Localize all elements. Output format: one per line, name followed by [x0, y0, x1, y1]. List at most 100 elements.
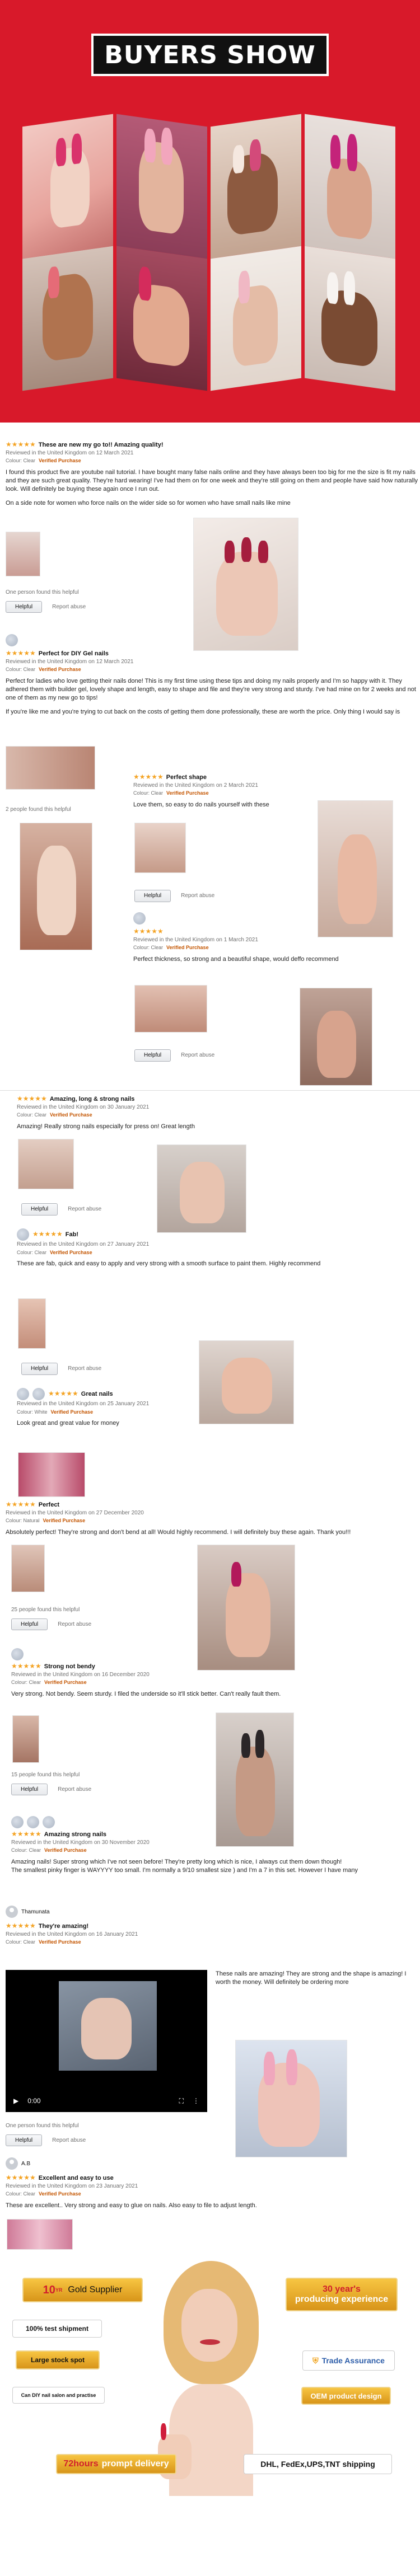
helpful-button[interactable]: Helpful: [6, 2134, 43, 2146]
review-photo[interactable]: [18, 1139, 74, 1189]
review-title[interactable]: Amazing, long & strong nails: [50, 1096, 135, 1102]
review-photo[interactable]: [12, 1715, 39, 1763]
play-icon[interactable]: ▶: [13, 2097, 18, 2105]
star-rating: ★★★★★: [6, 1500, 36, 1508]
helpful-button[interactable]: Helpful: [6, 600, 43, 613]
review-title[interactable]: Great nails: [81, 1391, 113, 1397]
helpful-count: 15 people found this helpful: [11, 1772, 80, 1778]
review-photo[interactable]: [134, 823, 186, 873]
review-photo-large[interactable]: [157, 1144, 246, 1233]
report-abuse-link[interactable]: Report abuse: [68, 1366, 101, 1372]
years-number: 30 year's: [323, 2284, 361, 2294]
review-photo-large[interactable]: [193, 518, 298, 651]
collage-photo: [22, 114, 113, 259]
review-body-2: The smallest pinky finger is WAYYYY too …: [11, 1867, 358, 1874]
review-title[interactable]: Perfect for DIY Gel nails: [39, 650, 109, 657]
review-colour: Colour: Clear: [11, 1679, 41, 1686]
report-abuse-link[interactable]: Report abuse: [52, 604, 86, 610]
experience-badge: 30 year's producing experience: [286, 2278, 398, 2311]
reviewer-avatar: [32, 1388, 45, 1400]
fullscreen-icon[interactable]: ⛶: [179, 2097, 184, 2105]
reviewer-name[interactable]: Thamunata: [21, 1909, 50, 1915]
review-photo-large[interactable]: [20, 823, 92, 950]
review-title[interactable]: Perfect shape: [166, 774, 207, 781]
helpful-button[interactable]: Helpful: [11, 1618, 48, 1630]
review-date: Reviewed in the United Kingdom on 1 Marc…: [133, 936, 258, 943]
reviewer-avatar: [11, 1648, 24, 1660]
star-rating: ★★★★★: [48, 1389, 78, 1397]
helpful-button[interactable]: Helpful: [11, 1783, 48, 1795]
helpful-button[interactable]: Helpful: [134, 890, 171, 902]
star-rating: ★★★★★: [133, 773, 164, 781]
collage-photo: [116, 114, 207, 259]
review-photo[interactable]: [18, 1298, 46, 1349]
review-actions: Helpful Report abuse: [21, 1203, 101, 1216]
review-video-player[interactable]: ▶ 0:00 ⛶ ⋮: [6, 1970, 207, 2112]
review-title[interactable]: Amazing strong nails: [44, 1831, 106, 1838]
review-colour: Colour: Clear: [17, 1249, 47, 1255]
verified-badge: Verified Purchase: [44, 1847, 87, 1854]
reviewer-name[interactable]: A.B: [21, 2161, 30, 2167]
star-rating: ★★★★★: [32, 1230, 63, 1238]
review-body: Look great and great value for money: [17, 1420, 119, 1427]
video-controls: ▶ 0:00 ⛶ ⋮: [6, 2090, 207, 2112]
review-card: ★★★★★ Perfect for DIY Gel nails Reviewed …: [6, 634, 420, 716]
review-title[interactable]: Fab!: [66, 1231, 78, 1238]
review-title[interactable]: Excellent and easy to use: [39, 2175, 114, 2181]
review-body: These are fab, quick and easy to apply a…: [17, 1260, 321, 1268]
review-colour: Colour: Clear: [6, 2191, 36, 2197]
reviewer-avatar: [27, 1816, 39, 1828]
video-time: 0:00: [27, 2097, 41, 2105]
more-options-icon[interactable]: ⋮: [193, 2097, 199, 2105]
review-card: Thamunata ★★★★★ They're amazing! Reviewed…: [6, 1906, 420, 1946]
review-actions: 15 people found this helpful Helpful Repo…: [11, 1771, 91, 1795]
review-photo[interactable]: [7, 2219, 73, 2250]
helpful-button[interactable]: Helpful: [21, 1363, 58, 1375]
report-abuse-link[interactable]: Report abuse: [52, 2137, 86, 2143]
review-actions: One person found this helpful Helpful Rep…: [6, 589, 86, 613]
report-abuse-link[interactable]: Report abuse: [58, 1621, 91, 1627]
review-colour: Colour: Clear: [133, 945, 164, 951]
review-photo[interactable]: [134, 985, 207, 1033]
reviewer-avatar: [6, 1906, 18, 1918]
review-colour: Colour: Clear: [17, 1112, 47, 1118]
review-body-2: If you're like me and you're trying to c…: [6, 708, 400, 715]
review-date: Reviewed in the United Kingdom on 12 Mar…: [6, 658, 134, 665]
review-colour: Colour: Clear: [11, 1847, 41, 1854]
gold-supplier-sup: YR: [55, 2287, 63, 2293]
review-date: Reviewed in the United Kingdom on 27 Jan…: [17, 1241, 150, 1247]
banner-title-box: BUYERS SHOW: [91, 34, 329, 76]
review-title[interactable]: These are new my go to!! Amazing quality…: [39, 442, 164, 448]
report-abuse-link[interactable]: Report abuse: [181, 1052, 214, 1058]
review-photo[interactable]: [18, 1452, 85, 1497]
review-title[interactable]: Strong not bendy: [44, 1663, 95, 1670]
report-abuse-link[interactable]: Report abuse: [68, 1206, 101, 1212]
review-photo[interactable]: [6, 532, 40, 576]
review-photo-large[interactable]: [235, 2040, 347, 2157]
test-shipment-badge: 100% test shipment: [12, 2320, 102, 2338]
review-card: A.B ★★★★★ Excellent and easy to use Revie…: [6, 2157, 420, 2210]
collage-photo: [211, 246, 301, 391]
review-photo-large[interactable]: [300, 988, 372, 1086]
review-photo[interactable]: [6, 746, 95, 790]
review-actions: Helpful Report abuse: [21, 1363, 101, 1375]
verified-badge: Verified Purchase: [166, 945, 209, 951]
helpful-button[interactable]: Helpful: [21, 1203, 58, 1216]
review-colour: Colour: Clear: [133, 790, 164, 796]
helpful-button[interactable]: Helpful: [134, 1049, 171, 1062]
review-photo[interactable]: [11, 1545, 45, 1592]
review-title[interactable]: They're amazing!: [39, 1923, 88, 1930]
nail-photo-collage: [22, 109, 398, 391]
stock-badge: Large stock spot: [16, 2350, 100, 2369]
review-title[interactable]: Perfect: [39, 1502, 59, 1508]
supplier-promo-banner: 10 YR Gold Supplier 30 year's producing e…: [0, 2250, 420, 2576]
review-date: Reviewed in the United Kingdom on 12 Mar…: [6, 449, 134, 456]
verified-badge: Verified Purchase: [43, 1518, 86, 1524]
section-divider: [0, 1090, 420, 1091]
report-abuse-link[interactable]: Report abuse: [58, 1786, 91, 1793]
verified-badge: Verified Purchase: [39, 667, 81, 673]
reviewer-avatar: [43, 1816, 55, 1828]
reviewer-avatar: [133, 912, 146, 925]
report-abuse-link[interactable]: Report abuse: [181, 893, 214, 899]
star-rating: ★★★★★: [6, 1922, 36, 1930]
